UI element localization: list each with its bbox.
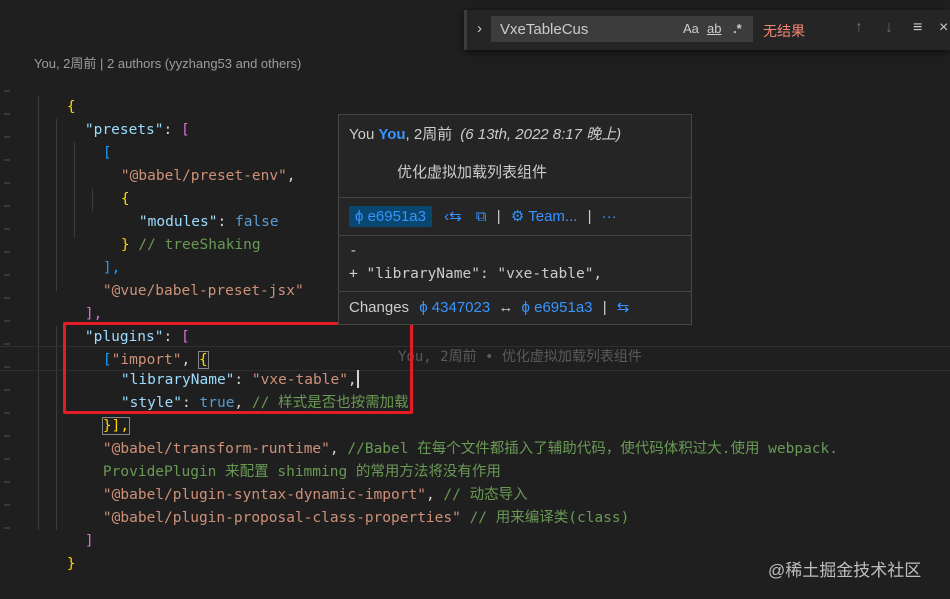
commit-relative-time: , 2周前 (405, 126, 453, 143)
avatar: You (349, 126, 375, 143)
separator: | (496, 208, 501, 225)
colon: : (163, 122, 181, 138)
code-line[interactable]: "presets": [ (50, 96, 190, 138)
code-line[interactable]: "@babel/transform-runtime", //Babel 在每个文… (68, 415, 838, 457)
diff-removed-line: - (349, 243, 358, 259)
changes-row: Changes ϕ 4347023 ↔ ϕ e6951a3 | ⇆ (349, 298, 629, 316)
find-in-selection-icon[interactable]: ≡ (913, 19, 922, 37)
match-case-icon[interactable]: Aa (683, 21, 699, 36)
separator: | (602, 299, 607, 316)
code-line[interactable]: } (32, 530, 76, 572)
find-result-count: 无结果 (763, 23, 805, 39)
previous-match-icon[interactable]: ↑ (855, 19, 863, 37)
comment: // treeShaking (138, 237, 261, 253)
code-line[interactable]: "@babel/preset-env", (86, 142, 296, 184)
comment: // 用来编译类(class) (469, 510, 630, 526)
to-commit-link[interactable]: ϕ e6951a3 (522, 299, 593, 316)
code-line[interactable]: } // treeShaking (86, 211, 261, 253)
code-line[interactable]: "modules": false (104, 188, 279, 230)
bracket: ] (84, 533, 94, 549)
more-actions-button[interactable]: ··· (602, 208, 617, 225)
commit-icon: ϕ (355, 208, 368, 225)
blame-authors-header[interactable]: You, 2周前 | 2 authors (yyzhang53 and othe… (34, 53, 301, 72)
highlight-annotation-box (63, 322, 413, 414)
git-blame-hover: You You, 2周前 (6 13th, 2022 8:17 晚上) 优化虚拟加载… (338, 114, 692, 325)
code-line[interactable]: ProvidePlugin 来配置 shimming 的常用方法将没有作用 (68, 438, 501, 480)
divider (339, 235, 691, 236)
divider (339, 291, 691, 292)
commit-author[interactable]: You (378, 126, 405, 143)
next-match-icon[interactable]: ↓ (885, 19, 893, 37)
code-line[interactable]: "@babel/plugin-syntax-dynamic-import", /… (68, 461, 528, 503)
code-line[interactable]: { (86, 165, 130, 207)
compare-icon[interactable]: ⇆ (617, 299, 630, 316)
commit-sha-button[interactable]: ϕ e6951a3 (349, 206, 432, 227)
toggle-replace-icon[interactable]: › (477, 20, 482, 37)
string-value: "@vue/babel-preset-jsx" (102, 283, 304, 299)
divider (339, 197, 691, 198)
inline-blame-annotation[interactable]: You, 2周前 • 优化虚拟加载列表组件 (398, 346, 642, 369)
whole-word-icon[interactable]: ab (707, 21, 721, 36)
close-find-icon[interactable]: × (939, 19, 948, 37)
commit-actions: ϕ e6951a3 ‹⇆ ⧉ | ⚙ Team... | ··· (349, 206, 617, 227)
team-icon: ⚙ (510, 208, 525, 225)
find-widget: › Aa ab .* 无结果 ↑ ↓ ≡ × (464, 10, 950, 50)
code-line[interactable]: ], (68, 234, 120, 276)
compare-arrow-icon: ↔ (498, 299, 514, 316)
from-commit-link[interactable]: ϕ 4347023 (419, 299, 490, 316)
comma: , (286, 168, 296, 184)
hover-header: You You, 2周前 (6 13th, 2022 8:17 晚上) (349, 123, 621, 144)
previous-revision-icon[interactable]: ‹⇆ (444, 208, 462, 225)
bracket: [ (180, 122, 190, 138)
commit-date: (6 13th, 2022 8:17 晚上) (460, 126, 622, 143)
brace: } (66, 556, 76, 572)
regex-icon[interactable]: .* (733, 21, 742, 36)
code-line[interactable]: "@vue/babel-preset-jsx" (68, 257, 304, 299)
code-line[interactable]: "@babel/plugin-proposal-class-properties… (68, 484, 629, 526)
diff-added-line: + "libraryName": "vxe-table", (349, 266, 603, 282)
line-gutter (0, 0, 14, 598)
code-line[interactable]: ] (50, 507, 94, 549)
code-line[interactable]: [ (68, 119, 112, 161)
changes-label: Changes (349, 299, 410, 316)
code-line[interactable]: ], (50, 280, 102, 322)
string-value: "@babel/preset-env" (120, 168, 287, 184)
string-value: "@babel/plugin-proposal-class-properties… (102, 510, 461, 526)
code-line[interactable]: { (32, 73, 76, 115)
watermark: @稀土掘金技术社区 (768, 561, 922, 580)
team-link[interactable]: Team... (528, 208, 577, 225)
open-changes-icon[interactable]: ⧉ (476, 208, 487, 225)
separator: | (587, 208, 592, 225)
commit-message: 优化虚拟加载列表组件 (397, 164, 548, 181)
brace: } (120, 237, 130, 253)
